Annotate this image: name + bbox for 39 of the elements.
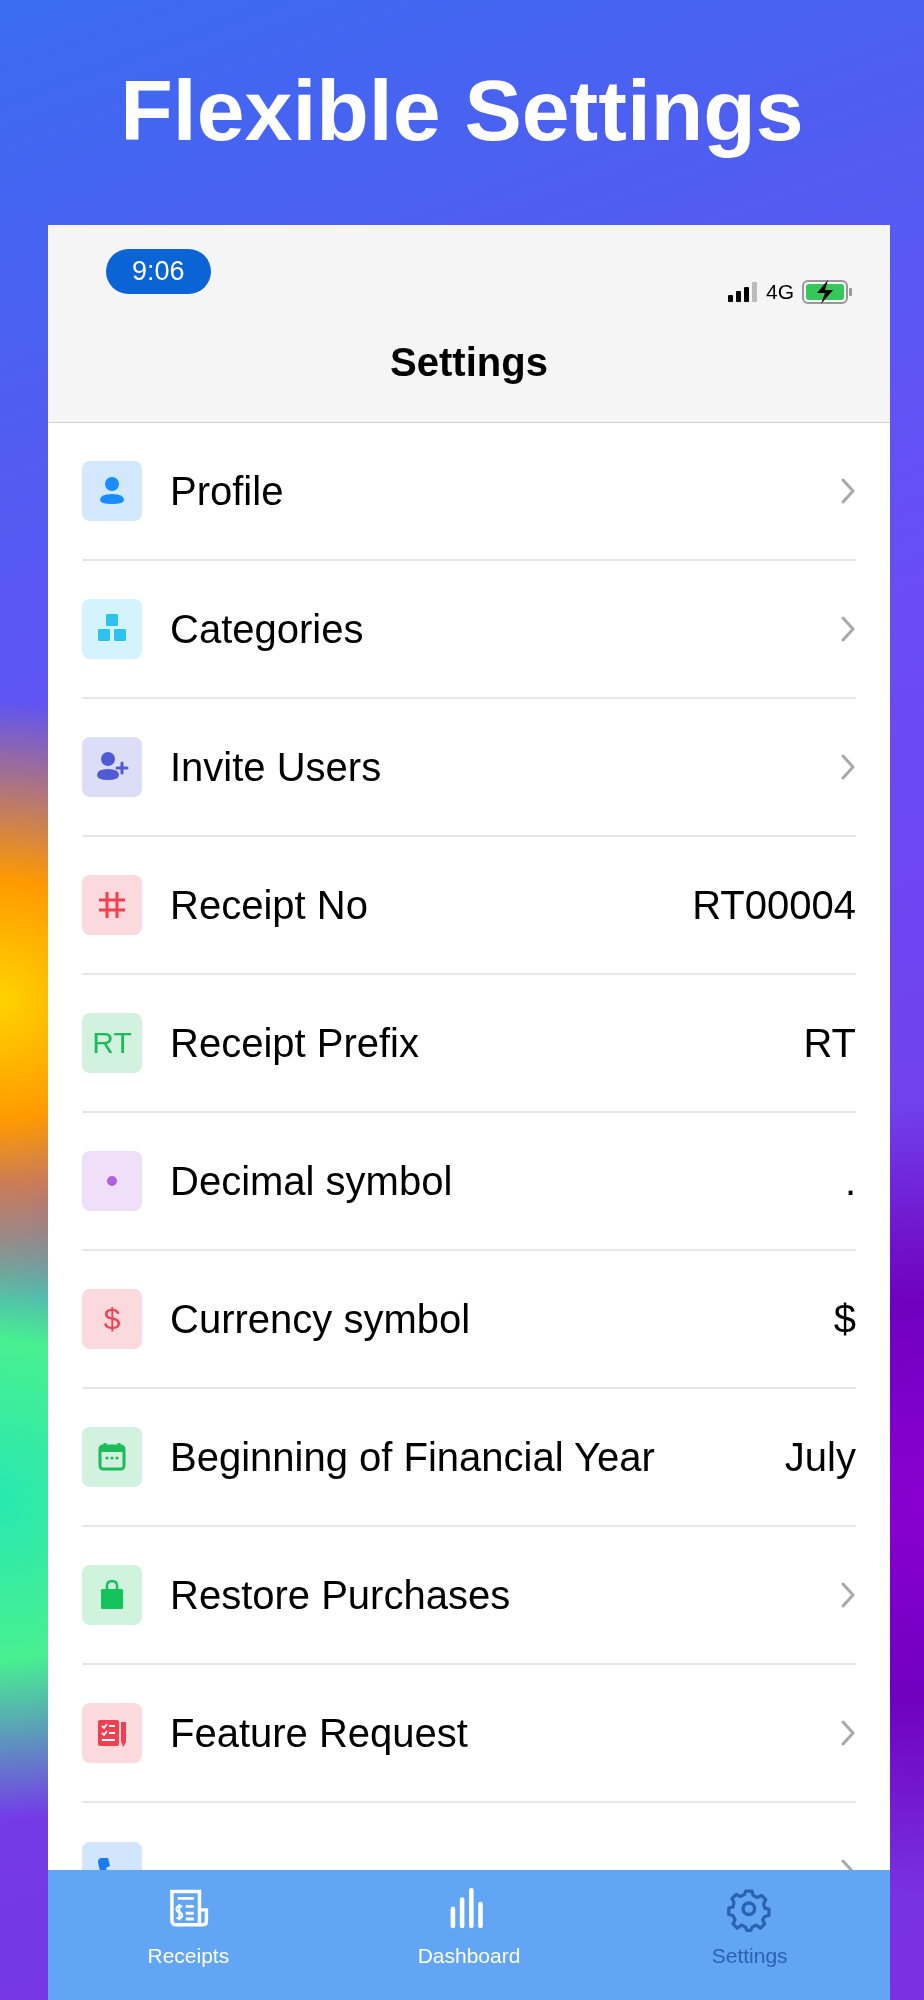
row-icon: RT	[82, 1013, 142, 1073]
chevron-icon	[840, 1581, 856, 1609]
row-value: RT	[803, 1020, 856, 1066]
settings-row[interactable]: Profile	[82, 423, 856, 561]
row-value: July	[784, 1434, 856, 1480]
settings-icon	[726, 1888, 773, 1934]
row-label: Decimal symbol	[170, 1158, 454, 1204]
network-label: 4G	[766, 280, 794, 304]
row-label: Beginning of Financial Year	[170, 1434, 656, 1480]
chevron-icon	[840, 1719, 856, 1747]
settings-row[interactable]: Decimal symbol .	[82, 1113, 856, 1251]
chevron-icon	[840, 477, 856, 505]
settings-row[interactable]: Beginning of Financial Year July	[82, 1389, 856, 1527]
row-value: RT00004	[692, 882, 856, 928]
settings-row[interactable]: Categories	[82, 561, 856, 699]
chevron-icon	[840, 753, 856, 781]
row-label: Invite Users	[170, 744, 383, 790]
headline: Flexible Settings	[119, 61, 805, 160]
row-label: Categories	[170, 606, 365, 652]
row-value: .	[844, 1158, 856, 1204]
status-time: 9:06	[106, 249, 211, 294]
row-label: Receipt Prefix	[170, 1020, 420, 1066]
row-icon: $	[82, 1289, 142, 1349]
row-label: Feature Request	[170, 1710, 469, 1756]
row-value: $	[833, 1296, 856, 1342]
row-label: Profile	[170, 468, 285, 514]
row-label: Restore Purchases	[170, 1572, 512, 1618]
settings-row[interactable]: Invite Users	[82, 699, 856, 837]
row-label: Currency symbol	[170, 1296, 472, 1342]
settings-row[interactable]: Feature Request	[82, 1665, 856, 1803]
settings-row[interactable]: $ Currency symbol $	[82, 1251, 856, 1389]
screen-title: Settings	[389, 339, 549, 386]
settings-row[interactable]: Receipt No RT00004	[82, 837, 856, 975]
settings-row[interactable]: RT Receipt Prefix RT	[82, 975, 856, 1113]
chevron-icon	[840, 615, 856, 643]
battery-icon	[802, 279, 854, 305]
row-label: Receipt No	[170, 882, 369, 928]
signal-icon	[728, 282, 758, 302]
settings-row[interactable]: Restore Purchases	[82, 1527, 856, 1665]
